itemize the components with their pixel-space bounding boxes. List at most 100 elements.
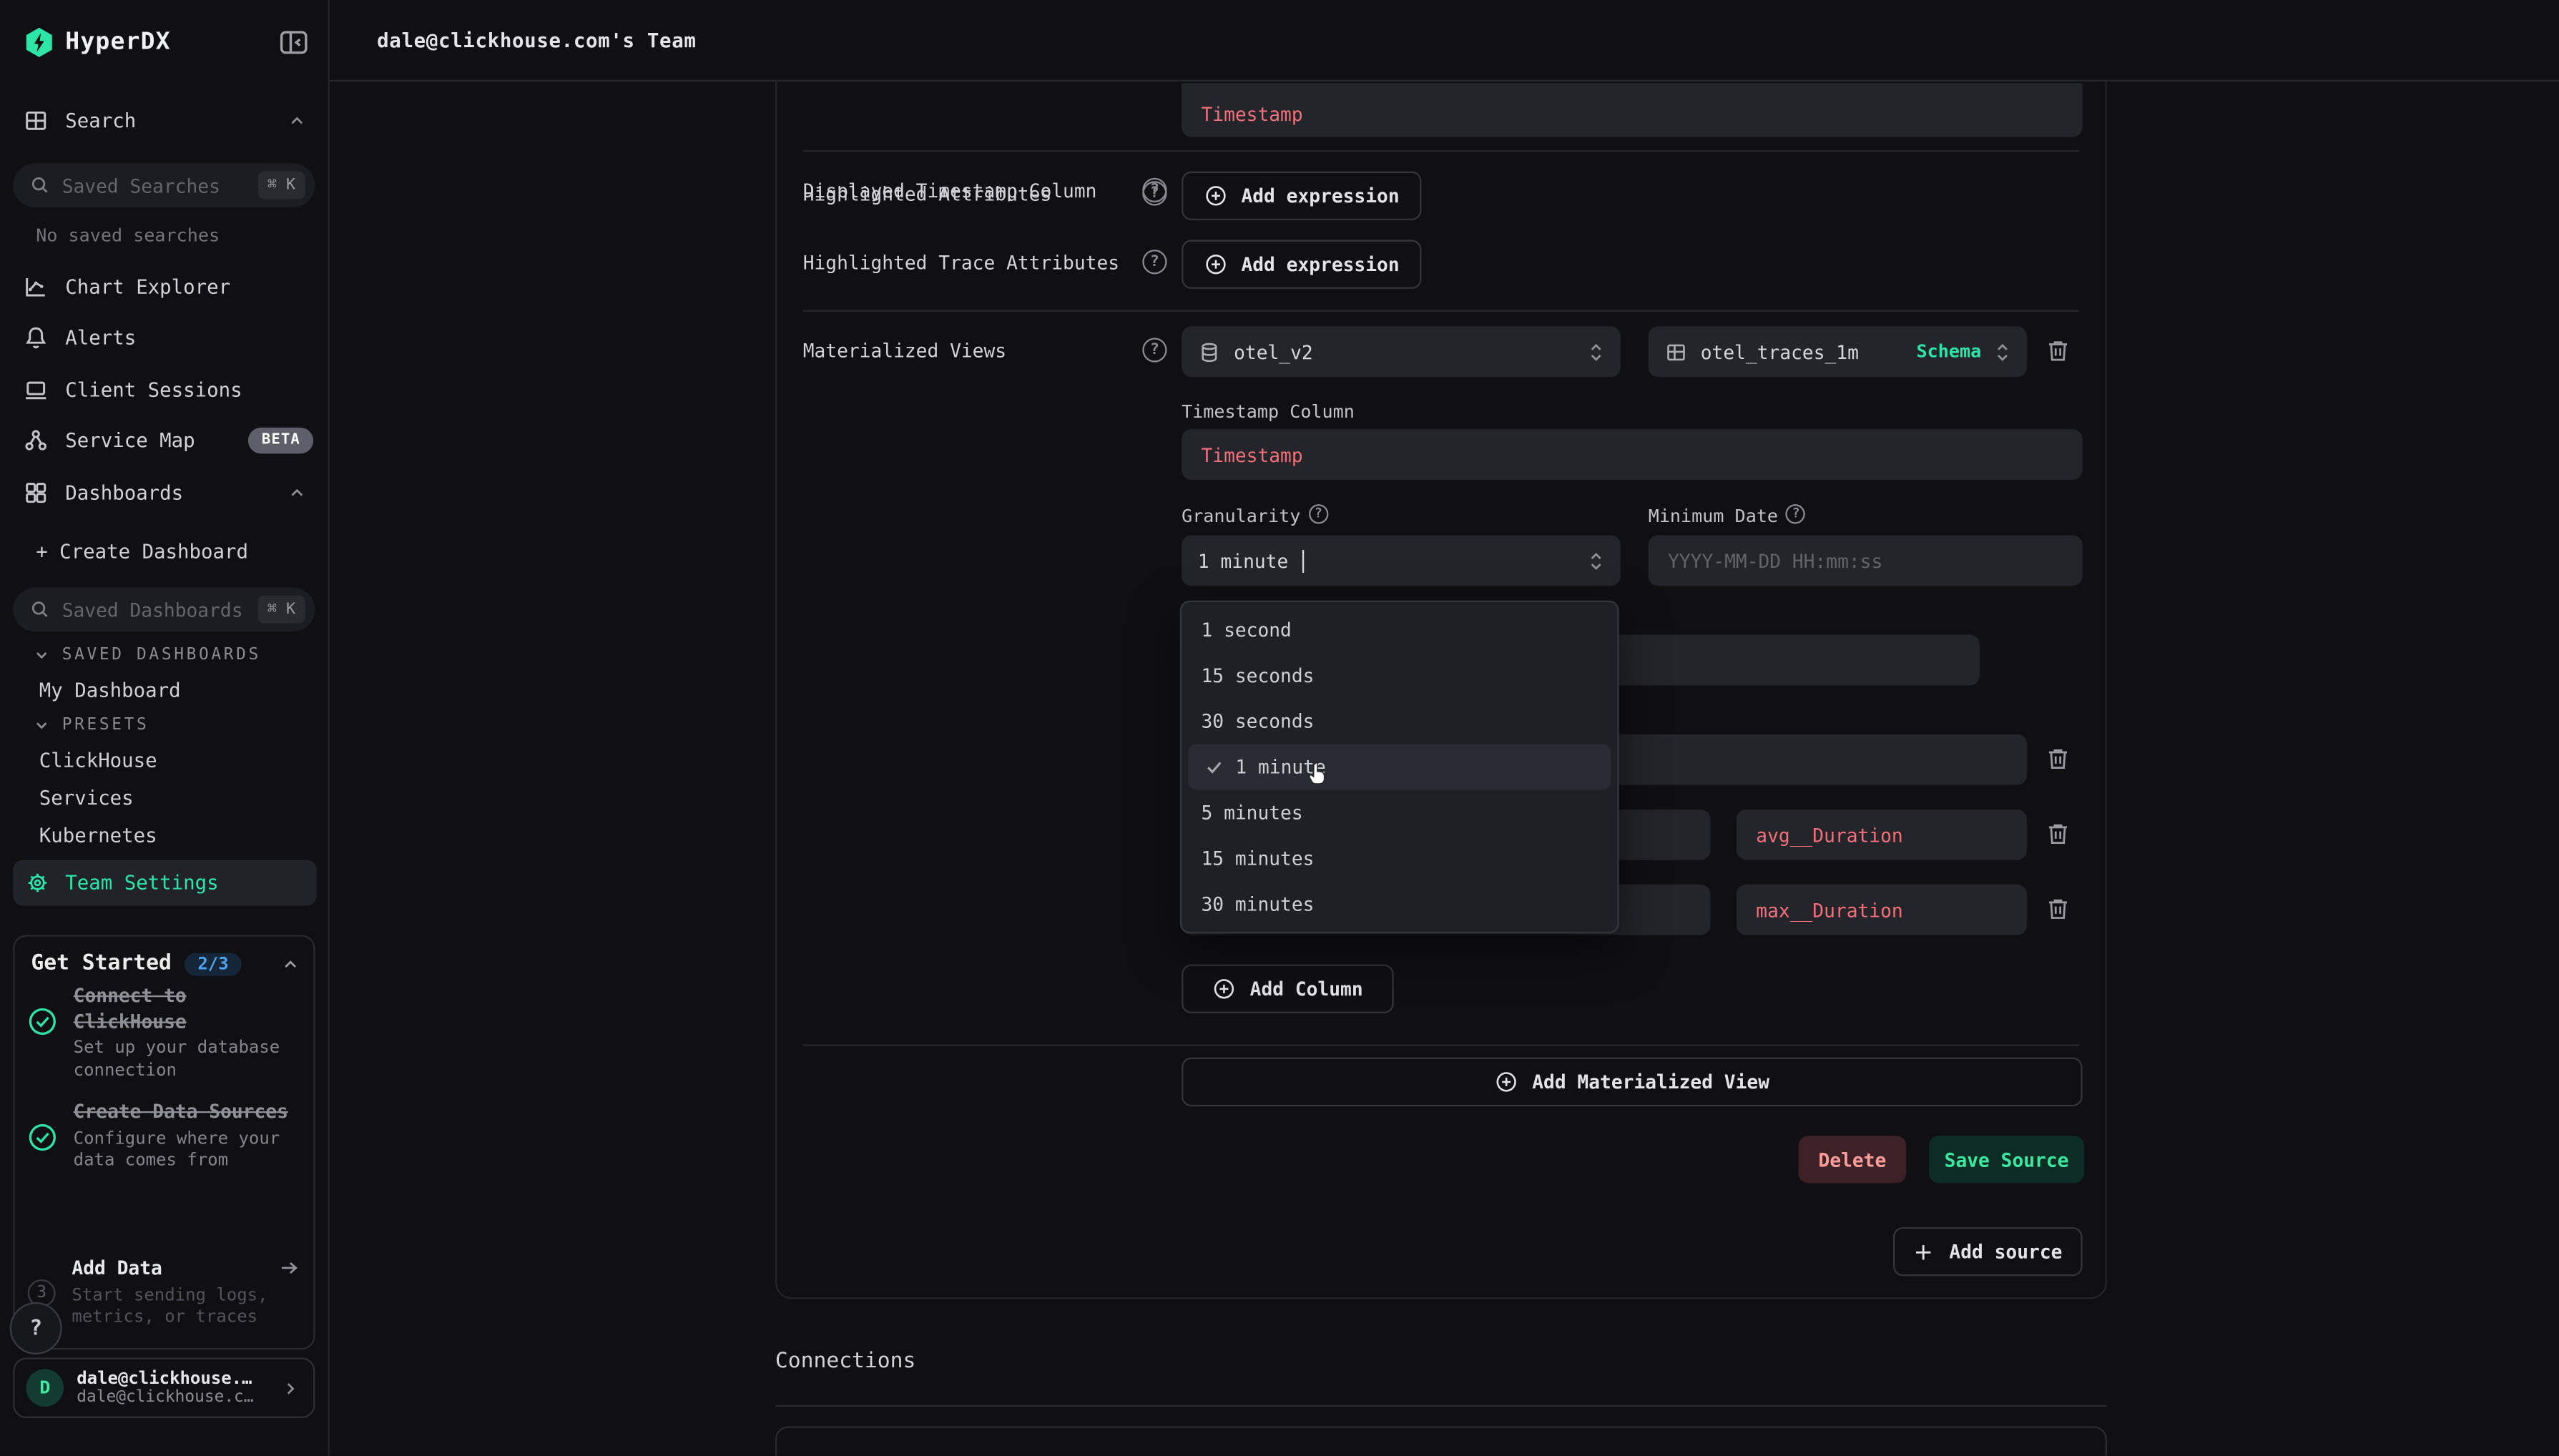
dropdown-option[interactable]: 15 seconds <box>1182 653 1617 699</box>
chevron-right-icon <box>280 1378 300 1397</box>
sidebar-item-kubernetes[interactable]: Kubernetes <box>39 824 157 847</box>
step-description: Configure where your data comes from <box>74 1128 304 1173</box>
save-source-button[interactable]: Save Source <box>1929 1136 2084 1183</box>
granularity-label: Granularity ? <box>1182 506 1328 527</box>
delete-button[interactable]: Delete <box>1799 1136 1907 1183</box>
option-label: 5 minutes <box>1201 801 1302 824</box>
sidebar-item-team-settings[interactable]: Team Settings <box>13 860 316 906</box>
shortcut-badge: ⌘ K <box>257 172 305 200</box>
sidebar-item-search[interactable]: Search <box>0 101 330 140</box>
get-started-card: Get Started 2/3 Connect to ClickHouse Se… <box>13 935 315 1350</box>
step-title: Create Data Sources <box>74 1100 304 1125</box>
button-label: Save Source <box>1945 1148 2069 1171</box>
get-started-title: Get Started <box>31 951 171 975</box>
saved-dashboards-input[interactable] <box>62 598 257 621</box>
section-label: SAVED DASHBOARDS <box>62 646 261 664</box>
column-expression-value: avg__Duration <box>1756 823 1902 846</box>
sidebar-item-label: Alerts <box>65 326 136 349</box>
get-started-header[interactable]: Get Started 2/3 <box>31 951 300 975</box>
materialized-views-label: Materialized Views <box>803 340 1006 363</box>
sidebar-item-client-sessions[interactable]: Client Sessions <box>0 370 330 410</box>
timestamp-column-input[interactable]: Timestamp <box>1182 429 2083 480</box>
add-column-button[interactable]: Add Column <box>1182 965 1394 1013</box>
column-expression-value: max__Duration <box>1756 898 1902 921</box>
dropdown-option[interactable]: 30 minutes <box>1182 881 1617 927</box>
button-label: Add expression <box>1241 185 1399 207</box>
add-materialized-view-button[interactable]: Add Materialized View <box>1182 1058 2083 1106</box>
question-icon: ? <box>29 1316 42 1340</box>
column-expression-input[interactable]: max__Duration <box>1737 885 2027 935</box>
no-saved-searches-text: No saved searches <box>36 225 220 247</box>
schema-link[interactable]: Schema <box>1917 341 1982 363</box>
view-select[interactable]: otel_v2 <box>1182 326 1621 377</box>
delete-view-trash-icon[interactable] <box>2045 338 2073 365</box>
timestamp-column-label: Timestamp Column <box>1182 401 1355 423</box>
sidebar-item-label: Chart Explorer <box>65 276 230 299</box>
create-dashboard-button[interactable]: + Create Dashboard <box>36 540 248 563</box>
help-button[interactable]: ? <box>10 1302 62 1354</box>
plus-circle-icon <box>1204 185 1227 207</box>
get-started-step-2[interactable]: Create Data Sources Configure where your… <box>28 1100 304 1173</box>
divider <box>775 1405 2107 1407</box>
check-circle-icon <box>28 1007 57 1083</box>
help-circle-icon[interactable]: ? <box>1142 250 1166 274</box>
app-title: HyperDX <box>65 29 170 56</box>
select-chevrons-icon <box>1588 340 1604 363</box>
user-menu[interactable]: D dale@clickhouse.… dale@clickhouse.c… <box>13 1358 315 1418</box>
timestamp-column-value: Timestamp <box>1201 443 1302 466</box>
dropdown-option-selected[interactable]: 1 minute <box>1188 744 1611 790</box>
progress-badge: 2/3 <box>185 952 242 975</box>
add-expression-button[interactable]: Add expression <box>1182 172 1421 220</box>
delete-column-trash-icon[interactable] <box>2045 746 2073 774</box>
sidebar-item-services[interactable]: Services <box>39 787 134 810</box>
divider <box>803 310 2079 312</box>
presets-section[interactable]: PRESETS <box>33 717 149 734</box>
delete-column-trash-icon[interactable] <box>2045 896 2073 924</box>
dropdown-option[interactable]: 30 seconds <box>1182 699 1617 744</box>
saved-searches-search[interactable]: ⌘ K <box>13 163 315 207</box>
minimum-date-field[interactable] <box>1649 535 2083 586</box>
step-title: Add Data <box>72 1256 303 1282</box>
dropdown-option[interactable]: 1 second <box>1182 607 1617 653</box>
sidebar-item-dashboards[interactable]: Dashboards <box>0 473 330 513</box>
search-icon <box>29 174 51 196</box>
plus-circle-icon <box>1212 978 1235 1000</box>
dropdown-option[interactable]: 15 minutes <box>1182 835 1617 881</box>
hyperdx-logo-icon <box>23 26 56 59</box>
add-expression-button[interactable]: Add expression <box>1182 240 1421 288</box>
granularity-select[interactable]: 1 minute <box>1182 535 1621 586</box>
info-circle-icon[interactable]: ? <box>1309 503 1328 523</box>
table-select[interactable]: otel_traces_1m Schema <box>1649 326 2027 377</box>
chevron-down-icon <box>33 717 51 734</box>
option-label: 30 minutes <box>1201 892 1314 915</box>
saved-dashboards-search[interactable]: ⌘ K <box>13 587 315 631</box>
help-circle-icon[interactable]: ? <box>1142 338 1166 362</box>
get-started-step-3[interactable]: 3 Add Data Start sending logs, metrics, … <box>28 1256 304 1329</box>
sidebar-item-my-dashboard[interactable]: My Dashboard <box>39 679 181 702</box>
sidebar-item-chart-explorer[interactable]: Chart Explorer <box>0 267 330 307</box>
info-circle-icon[interactable]: ? <box>1786 503 1805 523</box>
add-source-button[interactable]: Add source <box>1893 1227 2083 1276</box>
collapse-sidebar-icon[interactable] <box>277 26 310 59</box>
step-text: Create Data Sources Configure where your… <box>74 1100 304 1173</box>
column-expression-input[interactable]: avg__Duration <box>1737 810 2027 860</box>
chevron-up-icon <box>288 111 307 130</box>
saved-dashboards-section[interactable]: SAVED DASHBOARDS <box>33 646 261 664</box>
displayed-timestamp-input[interactable]: Timestamp <box>1182 83 2083 137</box>
saved-searches-input[interactable] <box>62 174 257 197</box>
user-info: dale@clickhouse.… dale@clickhouse.c… <box>77 1369 267 1407</box>
sidebar-item-service-map[interactable]: Service Map BETA <box>0 421 330 461</box>
delete-column-trash-icon[interactable] <box>2045 821 2073 849</box>
sidebar-item-clickhouse[interactable]: ClickHouse <box>39 749 157 772</box>
sidebar-item-alerts[interactable]: Alerts <box>0 318 330 358</box>
sidebar-item-label: Dashboards <box>65 481 183 504</box>
minimum-date-input[interactable] <box>1668 549 2063 572</box>
dropdown-option[interactable]: 5 minutes <box>1182 790 1617 835</box>
option-label: 15 minutes <box>1201 847 1314 870</box>
help-circle-icon[interactable]: ? <box>1142 181 1166 205</box>
get-started-step-1[interactable]: Connect to ClickHouse Set up your databa… <box>28 984 304 1083</box>
page-title: dale@clickhouse.com's Team <box>377 29 696 51</box>
option-label: 30 seconds <box>1201 710 1314 733</box>
button-label: Add Column <box>1250 978 1363 1000</box>
highlighted-attributes-label: Highlighted Attributes <box>803 183 1052 206</box>
